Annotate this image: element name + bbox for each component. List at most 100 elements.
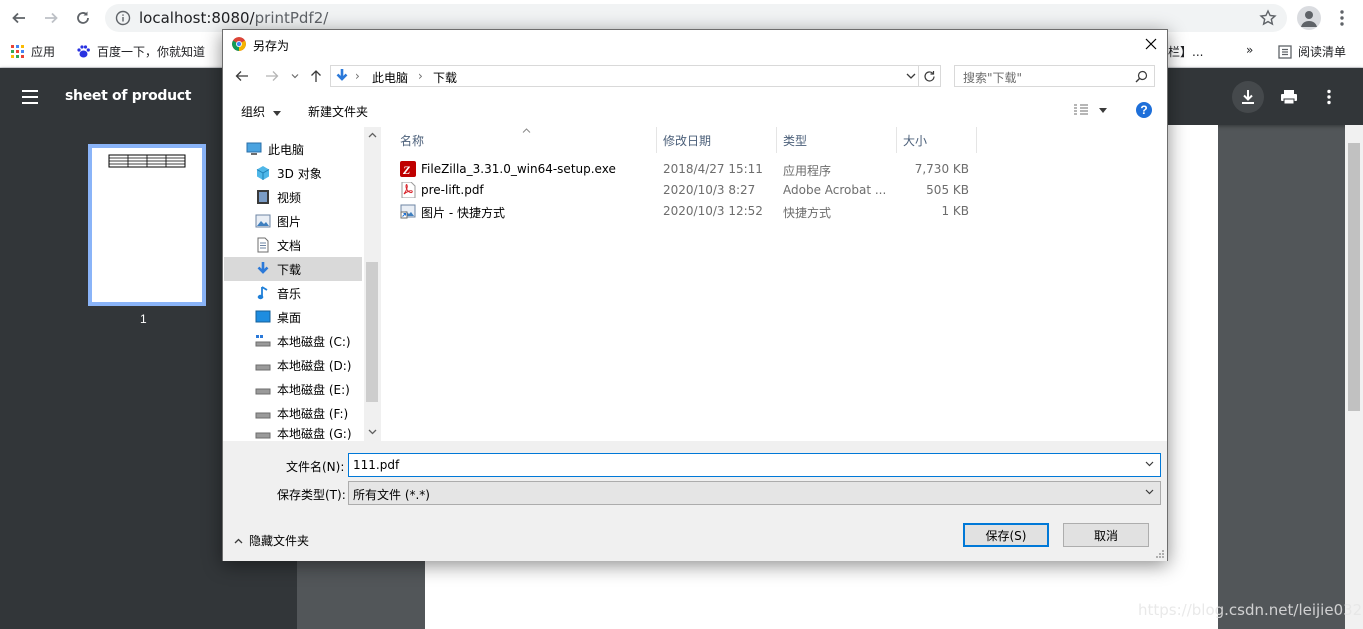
breadcrumb-separator: › bbox=[418, 69, 423, 83]
column-header-name[interactable]: 名称 bbox=[394, 127, 657, 153]
nav-item-pictures[interactable]: 图片 bbox=[224, 209, 362, 233]
refresh-button[interactable] bbox=[919, 65, 941, 87]
nav-label: 本地磁盘 (C:) bbox=[277, 334, 351, 349]
help-icon[interactable]: ? bbox=[1136, 102, 1152, 118]
save-as-dialog: 另存为 › 此电脑 › 下载 搜索"下载" 组织 新建文件夹 ? 此电脑 3D … bbox=[222, 29, 1168, 561]
column-header-type[interactable]: 类型 bbox=[777, 127, 897, 153]
cancel-button[interactable]: 取消 bbox=[1063, 523, 1149, 547]
chrome-menu-button[interactable] bbox=[1333, 6, 1351, 30]
nav-label: 3D 对象 bbox=[277, 166, 322, 181]
up-arrow-icon[interactable] bbox=[309, 69, 323, 83]
pdf-print-button[interactable] bbox=[1273, 81, 1305, 113]
bookmarks-overflow-button[interactable]: » bbox=[1246, 43, 1253, 57]
view-dropdown-icon[interactable] bbox=[1099, 108, 1107, 113]
scrollbar-thumb[interactable] bbox=[1348, 143, 1360, 411]
breadcrumb-this-pc[interactable]: 此电脑 bbox=[372, 69, 408, 86]
file-row[interactable]: 图片 - 快捷方式 2020/10/3 12:52 快捷方式 1 KB bbox=[381, 201, 1168, 222]
bookmark-truncated[interactable]: 栏】... bbox=[1168, 43, 1203, 60]
navigation-pane: 此电脑 3D 对象 视频 图片 文档 下载 音乐 桌面 本地磁盘 (C:) 本地… bbox=[224, 127, 380, 441]
nav-item-drive-d[interactable]: 本地磁盘 (D:) bbox=[224, 353, 362, 377]
reload-button[interactable] bbox=[71, 6, 95, 30]
computer-icon bbox=[246, 141, 262, 157]
file-row[interactable]: pre-lift.pdf 2020/10/3 8:27 Adobe Acroba… bbox=[381, 180, 1168, 201]
chevron-down-icon[interactable] bbox=[1145, 461, 1154, 467]
chevron-up-icon bbox=[234, 538, 243, 543]
nav-item-drive-e[interactable]: 本地磁盘 (E:) bbox=[224, 377, 362, 401]
nav-item-music[interactable]: 音乐 bbox=[224, 281, 362, 305]
file-modified: 2018/4/27 15:11 bbox=[663, 162, 763, 176]
dropdown-triangle-icon bbox=[272, 111, 281, 116]
forward-arrow-icon[interactable] bbox=[265, 70, 279, 82]
bookmark-star-icon[interactable] bbox=[1259, 9, 1277, 27]
nav-item-videos[interactable]: 视频 bbox=[224, 185, 362, 209]
column-header-size[interactable]: 大小 bbox=[897, 127, 977, 153]
nav-item-documents[interactable]: 文档 bbox=[224, 233, 362, 257]
back-arrow-icon[interactable] bbox=[235, 70, 249, 82]
profile-avatar[interactable] bbox=[1297, 6, 1321, 30]
scrollbar-thumb[interactable] bbox=[366, 262, 378, 402]
bookmark-baidu[interactable]: 百度一下，你就知道 bbox=[76, 43, 205, 60]
file-name: pre-lift.pdf bbox=[421, 183, 484, 197]
file-type: Adobe Acrobat ... bbox=[783, 183, 887, 197]
nav-pane-scrollbar[interactable] bbox=[364, 127, 381, 441]
breadcrumb-downloads[interactable]: 下载 bbox=[433, 69, 457, 86]
page-scrollbar[interactable] bbox=[1345, 125, 1363, 629]
nav-item-drive-f[interactable]: 本地磁盘 (F:) bbox=[224, 401, 362, 425]
nav-label: 本地磁盘 (G:) bbox=[277, 426, 352, 441]
file-type: 快捷方式 bbox=[783, 206, 832, 220]
filetype-select[interactable]: 所有文件 (*.*) bbox=[348, 481, 1161, 505]
search-box[interactable]: 搜索"下载" bbox=[954, 65, 1155, 87]
nav-label: 此电脑 bbox=[268, 142, 305, 157]
download-folder-icon bbox=[336, 69, 348, 81]
recent-locations-icon[interactable] bbox=[291, 73, 299, 79]
nav-item-drive-c[interactable]: 本地磁盘 (C:) bbox=[224, 329, 362, 353]
chevron-down-icon[interactable] bbox=[368, 429, 377, 435]
nav-item-this-pc[interactable]: 此电脑 bbox=[224, 137, 362, 161]
nav-label: 桌面 bbox=[277, 310, 302, 325]
path-bar[interactable]: › 此电脑 › 下载 bbox=[330, 65, 919, 87]
file-list: 名称 修改日期 类型 大小 Z FileZilla_3.31.0_win64-s… bbox=[380, 127, 1167, 441]
chevron-up-icon[interactable] bbox=[368, 132, 377, 138]
view-options-icon[interactable] bbox=[1073, 104, 1089, 116]
drive-icon bbox=[255, 425, 271, 441]
page-thumbnail[interactable] bbox=[88, 144, 206, 306]
dialog-title: 另存为 bbox=[253, 39, 290, 53]
search-placeholder: 搜索"下载" bbox=[963, 71, 1023, 85]
bookmark-apps[interactable]: 应用 bbox=[11, 43, 55, 60]
nav-item-desktop[interactable]: 桌面 bbox=[224, 305, 362, 329]
nav-item-3d-objects[interactable]: 3D 对象 bbox=[224, 161, 362, 185]
reading-list-label: 阅读清单 bbox=[1298, 45, 1347, 59]
column-header-modified[interactable]: 修改日期 bbox=[657, 127, 777, 153]
chevron-down-icon[interactable] bbox=[906, 73, 916, 80]
forward-arrow-icon bbox=[45, 12, 58, 24]
filename-input[interactable]: 111.pdf bbox=[348, 453, 1161, 477]
hide-folders-toggle[interactable]: 隐藏文件夹 bbox=[234, 532, 309, 549]
back-button[interactable] bbox=[7, 6, 31, 30]
more-vert-icon bbox=[1327, 89, 1331, 105]
document-icon bbox=[255, 237, 271, 253]
pdf-icon bbox=[401, 182, 416, 198]
new-folder-button[interactable]: 新建文件夹 bbox=[308, 103, 368, 120]
nav-item-downloads[interactable]: 下载 bbox=[224, 257, 362, 281]
pdf-download-button[interactable] bbox=[1232, 81, 1264, 113]
forward-button[interactable] bbox=[39, 6, 63, 30]
save-button[interactable]: 保存(S) bbox=[963, 523, 1049, 547]
pdf-more-button[interactable] bbox=[1313, 81, 1345, 113]
drive-icon bbox=[255, 405, 271, 421]
file-row[interactable]: Z FileZilla_3.31.0_win64-setup.exe 2018/… bbox=[381, 159, 1168, 180]
file-modified: 2020/10/3 12:52 bbox=[663, 204, 763, 218]
url-text: localhost:8080/printPdf2/ bbox=[139, 9, 329, 27]
file-size: 7,730 KB bbox=[914, 162, 969, 176]
nav-item-drive-g[interactable]: 本地磁盘 (G:) bbox=[224, 425, 362, 441]
print-icon bbox=[1281, 90, 1297, 105]
organize-button[interactable]: 组织 bbox=[241, 103, 281, 120]
reading-list-button[interactable]: 阅读清单 bbox=[1278, 43, 1346, 60]
info-icon[interactable] bbox=[115, 10, 131, 26]
close-icon[interactable] bbox=[1143, 36, 1159, 52]
nav-label: 文档 bbox=[277, 238, 302, 253]
drive-icon bbox=[255, 357, 271, 373]
address-bar[interactable]: localhost:8080/printPdf2/ bbox=[105, 4, 1287, 32]
thumbnail-table-preview bbox=[108, 154, 186, 168]
hamburger-menu-icon[interactable] bbox=[21, 88, 41, 106]
resize-grip-icon[interactable] bbox=[1155, 549, 1165, 559]
